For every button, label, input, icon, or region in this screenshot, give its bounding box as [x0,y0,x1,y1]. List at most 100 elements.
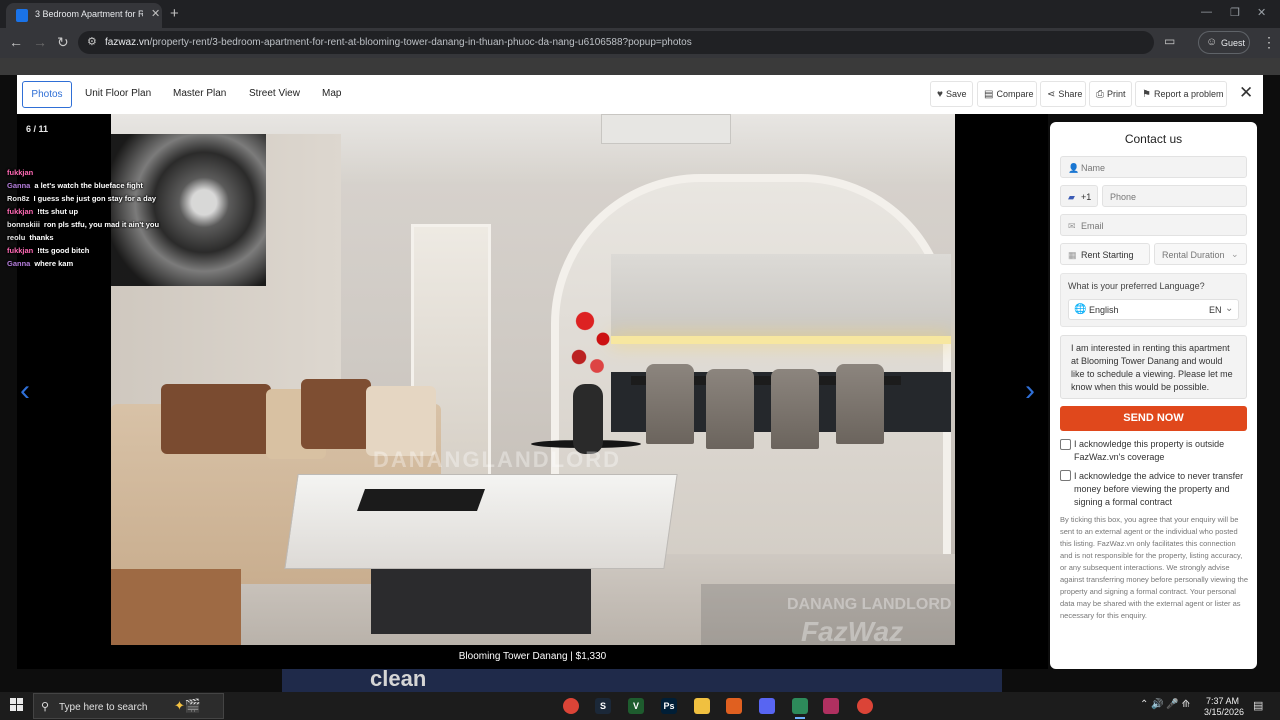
person-icon: ☺ [1206,36,1218,48]
minimize-icon[interactable]: — [1201,6,1212,18]
chat-username: Ganna [7,259,31,268]
print-button[interactable]: ⎙ Print [1089,81,1132,107]
mail-icon: ✉ [1068,221,1076,231]
chrome-icon[interactable] [563,698,579,714]
restore-icon[interactable]: ❐ [1230,6,1240,19]
name-field[interactable]: 👤 Name [1060,156,1247,178]
chat-text: !tts good bitch [37,246,90,255]
steam-icon[interactable]: S [595,698,611,714]
disclaimer-text: By ticking this box, you agree that your… [1060,515,1249,620]
language-preference: What is your preferred Language? 🌐 Engli… [1060,273,1247,327]
new-tab-icon[interactable]: + [170,5,179,22]
chat-text: thanks [29,233,54,242]
tab-master-plan[interactable]: Master Plan [173,88,226,99]
back-icon[interactable]: ← [9,34,23,50]
tab-close-icon[interactable]: ✕ [151,7,160,20]
apartment-photo[interactable]: DANANGLANDLORD DANANG LANDLORD FazWaz [111,114,955,645]
save-button[interactable]: ♥ Save [930,81,973,107]
chat-username: reolu [7,233,26,242]
heart-icon: ♥ [937,89,943,100]
address-bar[interactable]: ⚙ fazwaz.vn/property-rent/3-bedroom-apar… [78,31,1154,54]
photo-caption-bar: Blooming Tower Danang | $1,330 [17,645,1048,669]
browser-tab-strip: 3 Bedroom Apartment for Rent ✕ + — ❐ ✕ [0,0,1280,28]
previous-photo-icon[interactable]: ‹ [20,374,30,408]
language-select[interactable]: 🌐 English EN ⌄ [1068,299,1239,320]
chat-text: where kam [34,259,74,268]
tab-map[interactable]: Map [322,88,341,99]
ack-coverage-checkbox[interactable] [1060,439,1071,450]
stream-chat-overlay: fukkjan Ganna a let's watch the blueface f… [7,168,197,272]
ack-transfer-checkbox[interactable] [1060,470,1071,481]
close-gallery-icon[interactable]: ✕ [1239,83,1253,103]
system-tray[interactable]: ⌃ 🔊 🎤 ⟰ [1140,699,1190,710]
email-field[interactable]: ✉ Email [1060,214,1247,236]
send-now-button[interactable]: SEND NOW [1060,406,1247,431]
notifications-icon[interactable]: ▤ [1253,699,1263,712]
chat-message: bonnskiii ron pls stfu, you mad it ain't … [7,220,197,233]
tab-photos[interactable]: Photos [22,81,72,108]
site-info-icon[interactable]: ⚙ [87,35,97,48]
flag-icon: ⚑ [1142,89,1151,100]
chat-message: fukkjan !tts shut up [7,207,197,220]
discord-icon[interactable] [759,698,775,714]
window-close-icon[interactable]: ✕ [1257,6,1266,19]
windows-start-icon[interactable] [10,698,24,712]
gallery-header: Photos Unit Floor Plan Master Plan Stree… [17,75,1263,114]
site-favicon-icon [16,9,28,22]
cast-icon[interactable]: ▭ [1164,34,1175,48]
photo-caption: Blooming Tower Danang | $1,330 [458,651,607,662]
page-header-behind [0,58,1280,75]
chrome-icon-2[interactable] [857,698,873,714]
message-textarea[interactable]: I am interested in renting this apartmen… [1060,335,1247,399]
chat-message: Ganna a let's watch the blueface fight [7,181,197,194]
tab-title: 3 Bedroom Apartment for Rent [35,9,143,19]
compare-button[interactable]: ▤ Compare [977,81,1037,107]
share-button[interactable]: ⋖ Share [1040,81,1086,107]
chat-message: Ron8z I guess she just gon stay for a day [7,194,197,207]
rent-starting-field[interactable]: ▦ Rent Starting [1060,243,1150,265]
chat-username: Ron8z [7,194,30,203]
person-icon: 👤 [1068,163,1080,173]
file-explorer-icon[interactable] [694,698,710,714]
contact-form: Contact us 👤 Name ▰ +1 Phone ✉ Email ▦ R… [1050,122,1257,669]
ack-coverage-label: I acknowledge this property is outside F… [1074,439,1225,462]
menu-icon[interactable]: ⋮ [1262,34,1276,51]
clock-date: 3/15/2026 [1204,707,1245,717]
chat-username: fukkjan [7,168,34,177]
photoshop-icon[interactable]: Ps [661,698,677,714]
chat-text: ron pls stfu, you mad it ain't you [43,220,160,229]
tab-unit-floor-plan[interactable]: Unit Floor Plan [85,88,151,99]
chat-username: fukkjan [7,246,34,255]
url-text: fazwaz.vn/property-rent/3-bedroom-apartm… [105,37,692,48]
chat-username: fukkjan [7,207,34,216]
reload-icon[interactable]: ↻ [57,34,69,51]
vim-icon[interactable]: V [628,698,644,714]
photo-counter: 6 / 11 [26,124,49,134]
forward-icon[interactable]: → [33,34,47,50]
globe-icon: 🌐 [1074,304,1087,315]
profile-button[interactable]: ☺ Guest [1198,31,1250,54]
ack-transfer-label: I acknowledge the advice to never transf… [1074,471,1244,507]
app2-icon[interactable] [823,698,839,714]
calendar-icon: ▦ [1068,250,1077,260]
us-flag-icon: ▰ [1068,192,1075,202]
windows-taskbar: ⚲ Type here to search ✦🎬 S V Ps ⌃ 🔊 🎤 ⟰ 7:… [0,692,1280,720]
next-photo-icon[interactable]: › [1025,374,1035,408]
taskbar-search[interactable]: ⚲ Type here to search ✦🎬 [33,693,224,719]
browser-tab[interactable]: 3 Bedroom Apartment for Rent ✕ [6,3,162,28]
report-problem-button[interactable]: ⚑ Report a problem [1135,81,1227,107]
chat-text: !tts shut up [37,207,79,216]
print-icon: ⎙ [1096,89,1104,100]
chat-message: fukkjan !tts good bitch [7,246,197,259]
rental-duration-select[interactable]: Rental Duration ⌄ [1154,243,1247,265]
watermark-center: DANANGLANDLORD [373,447,621,472]
chat-username: Ganna [7,181,31,190]
chat-username: bonnskiii [7,220,40,229]
terminal-icon[interactable] [792,698,808,719]
phone-field[interactable]: Phone [1102,185,1247,207]
compare-icon: ▤ [984,89,994,100]
app-icon[interactable] [726,698,742,714]
tab-street-view[interactable]: Street View [249,88,300,99]
country-code-select[interactable]: ▰ +1 [1060,185,1098,207]
banner-text: clean [370,666,427,691]
